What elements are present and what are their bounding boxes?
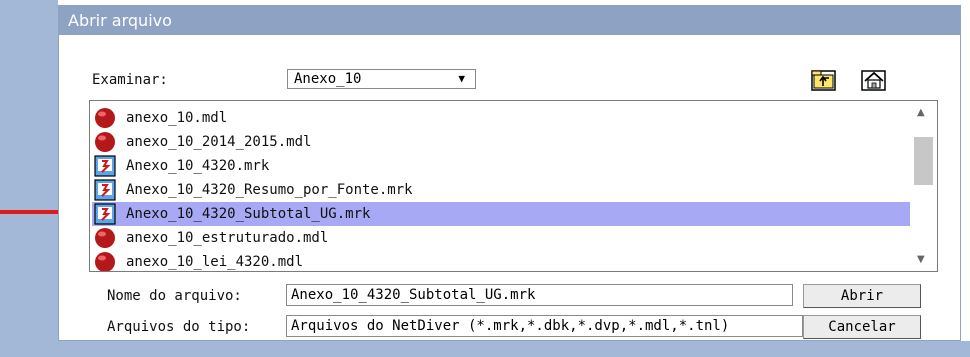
file-item[interactable]: anexo_10.mdl bbox=[92, 106, 910, 130]
cancel-button[interactable]: Cancelar bbox=[803, 315, 921, 339]
mdl-file-icon bbox=[95, 228, 115, 248]
scroll-up-icon[interactable]: ▲ bbox=[917, 107, 925, 118]
filetype-select[interactable]: Arquivos do NetDiver (*.mrk,*.dbk,*.dvp,… bbox=[286, 315, 803, 337]
background-panel bbox=[0, 0, 58, 357]
mdl-file-icon bbox=[95, 132, 115, 152]
mrk-file-icon bbox=[94, 155, 116, 177]
file-item[interactable]: Anexo_10_4320_Resumo_por_Fonte.mrk bbox=[92, 178, 910, 202]
mdl-file-icon bbox=[95, 108, 115, 128]
filename-input[interactable]: Anexo_10_4320_Subtotal_UG.mrk bbox=[286, 284, 793, 306]
scroll-thumb[interactable] bbox=[914, 137, 933, 185]
file-name: anexo_10_estruturado.mdl bbox=[126, 230, 329, 246]
open-button[interactable]: Abrir bbox=[803, 284, 921, 308]
folder-up-icon[interactable] bbox=[809, 67, 839, 93]
vertical-scrollbar[interactable]: ▲ ▼ bbox=[911, 101, 937, 271]
background-bottom bbox=[0, 341, 970, 357]
file-name: Anexo_10_4320.mrk bbox=[126, 158, 270, 174]
file-item[interactable]: anexo_10_2014_2015.mdl bbox=[92, 130, 910, 154]
file-name: anexo_10.mdl bbox=[126, 110, 228, 126]
filename-label: Nome do arquivo: bbox=[107, 288, 242, 304]
mrk-file-icon bbox=[94, 179, 116, 201]
file-name: Anexo_10_4320_Subtotal_UG.mrk bbox=[126, 206, 371, 222]
filetype-label: Arquivos do tipo: bbox=[107, 319, 251, 335]
file-item-selected[interactable]: Anexo_10_4320_Subtotal_UG.mrk bbox=[92, 202, 910, 226]
lookin-value: Anexo_10 bbox=[294, 71, 362, 87]
mrk-file-icon bbox=[94, 203, 116, 225]
file-name: anexo_10_2014_2015.mdl bbox=[126, 134, 312, 150]
open-file-dialog: Abrir arquivo Examinar: Anexo_10 ▼ anexo… bbox=[58, 5, 961, 341]
mdl-file-icon bbox=[95, 252, 115, 271]
scroll-down-icon[interactable]: ▼ bbox=[917, 254, 925, 265]
lookin-label: Examinar: bbox=[92, 72, 168, 88]
chevron-down-icon[interactable]: ▼ bbox=[458, 70, 465, 88]
file-list[interactable]: anexo_10.mdl anexo_10_2014_2015.mdl Anex… bbox=[89, 100, 938, 272]
file-name: anexo_10_lei_4320.mdl bbox=[126, 254, 304, 270]
home-icon[interactable] bbox=[859, 67, 889, 93]
file-item[interactable]: anexo_10_estruturado.mdl bbox=[92, 226, 910, 250]
lookin-combo[interactable]: Anexo_10 ▼ bbox=[287, 69, 476, 89]
file-item[interactable]: Anexo_10_4320.mrk bbox=[92, 154, 910, 178]
file-item[interactable]: anexo_10_lei_4320.mdl bbox=[92, 250, 910, 271]
dialog-title: Abrir arquivo bbox=[59, 6, 960, 35]
file-name: Anexo_10_4320_Resumo_por_Fonte.mrk bbox=[126, 182, 413, 198]
